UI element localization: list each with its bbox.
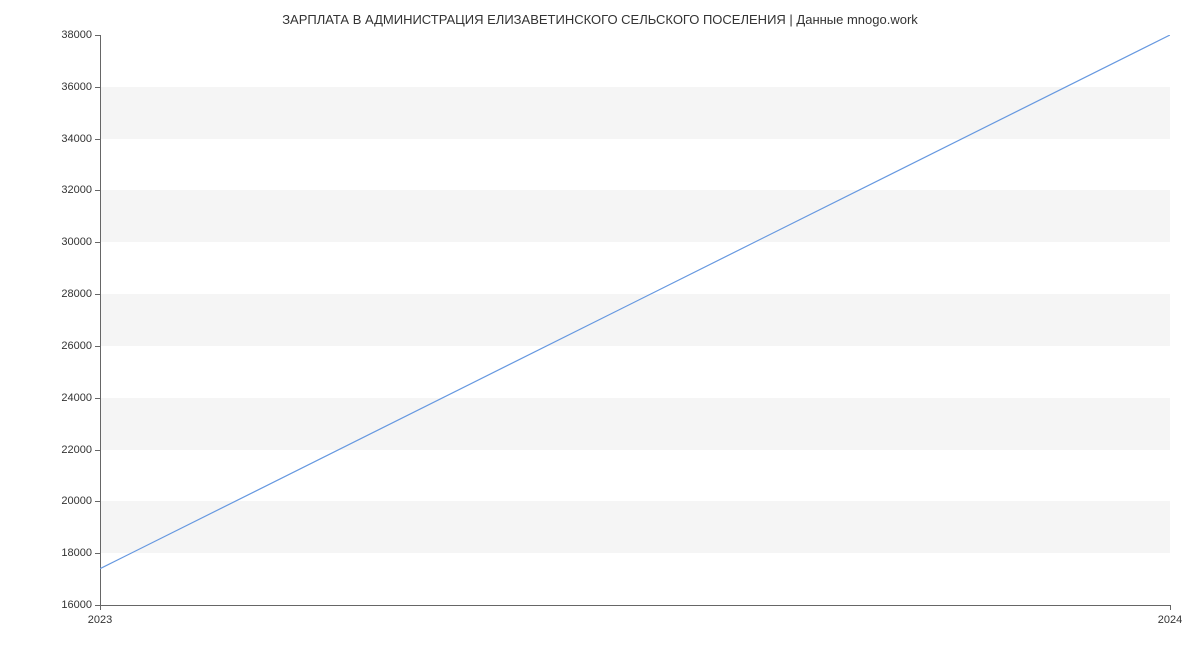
y-tick-label: 22000 bbox=[61, 444, 92, 456]
y-tick-label: 38000 bbox=[61, 29, 92, 41]
y-tick-label: 30000 bbox=[61, 236, 92, 248]
y-tick-label: 28000 bbox=[61, 288, 92, 300]
y-tick-label: 34000 bbox=[61, 133, 92, 145]
y-tick-label: 20000 bbox=[61, 495, 92, 507]
y-tick-label: 16000 bbox=[61, 599, 92, 611]
line-plot-svg bbox=[100, 35, 1170, 605]
x-axis-line bbox=[100, 605, 1170, 606]
y-tick-label: 36000 bbox=[61, 81, 92, 93]
y-tick-label: 18000 bbox=[61, 547, 92, 559]
data-line bbox=[100, 35, 1170, 569]
x-tick bbox=[100, 605, 101, 610]
chart-container: ЗАРПЛАТА В АДМИНИСТРАЦИЯ ЕЛИЗАВЕТИНСКОГО… bbox=[0, 0, 1200, 650]
x-tick-label: 2024 bbox=[1158, 614, 1182, 626]
x-tick bbox=[1170, 605, 1171, 610]
x-tick-label: 2023 bbox=[88, 614, 112, 626]
y-tick-label: 32000 bbox=[61, 184, 92, 196]
chart-title: ЗАРПЛАТА В АДМИНИСТРАЦИЯ ЕЛИЗАВЕТИНСКОГО… bbox=[0, 12, 1200, 27]
y-tick-label: 26000 bbox=[61, 340, 92, 352]
y-tick-label: 24000 bbox=[61, 392, 92, 404]
